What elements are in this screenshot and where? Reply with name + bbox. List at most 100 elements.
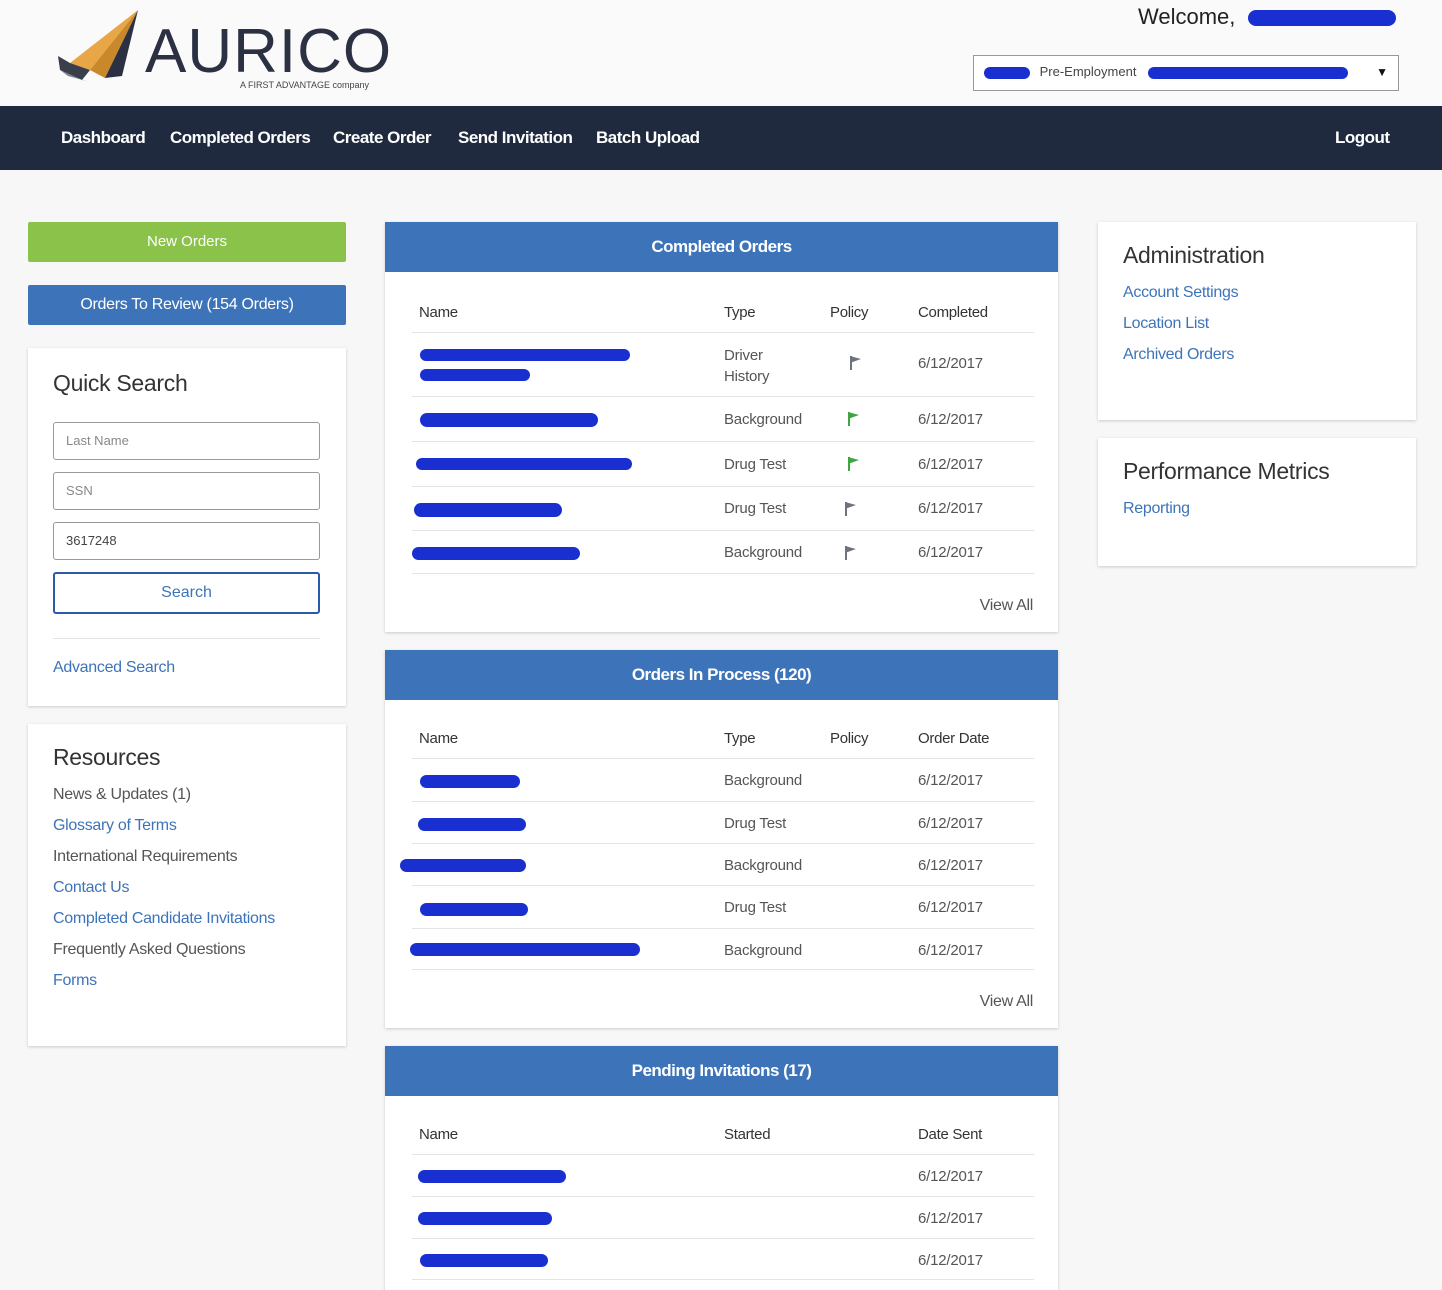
date-sent: 6/12/2017 bbox=[918, 1210, 983, 1227]
archived-orders-link[interactable]: Archived Orders bbox=[1123, 346, 1234, 364]
redaction-mark bbox=[1148, 66, 1349, 79]
paper-plane-logo-icon bbox=[58, 10, 138, 82]
policy-flag-gray-icon[interactable] bbox=[848, 355, 862, 371]
administration-panel: Administration Account Settings Location… bbox=[1098, 222, 1416, 420]
redacted-name bbox=[410, 943, 640, 956]
redacted-name bbox=[420, 903, 528, 916]
table-row[interactable]: Drug Test 6/12/2017 bbox=[412, 885, 1034, 928]
policy-flag-gray-icon[interactable] bbox=[843, 545, 857, 561]
location-list-link[interactable]: Location List bbox=[1123, 315, 1209, 333]
nav-send-invitation[interactable]: Send Invitation bbox=[458, 128, 573, 148]
order-type: Background bbox=[724, 772, 803, 789]
pending-invitations-card: Pending Invitations (17) Name Started Da… bbox=[385, 1046, 1058, 1290]
last-name-input[interactable]: Last Name bbox=[53, 422, 320, 460]
order-type: Background bbox=[724, 411, 803, 428]
completed-date: 6/12/2017 bbox=[918, 355, 983, 372]
policy-flag-gray-icon[interactable] bbox=[843, 501, 857, 517]
table-row[interactable]: Drug Test 6/12/2017 bbox=[412, 441, 1034, 486]
aurico-logo[interactable]: AURICO A FIRST ADVANTAGE company bbox=[50, 8, 393, 93]
date-sent: 6/12/2017 bbox=[918, 1252, 983, 1269]
view-all-in-process-link[interactable]: View All bbox=[980, 993, 1034, 1011]
table-row[interactable]: Drug Test 6/12/2017 bbox=[412, 801, 1034, 843]
header: AURICO A FIRST ADVANTAGE company Welcome… bbox=[0, 0, 1442, 106]
completed-orders-title: Completed Orders bbox=[385, 222, 1058, 272]
table-row[interactable]: 6/12/2017 bbox=[412, 1238, 1034, 1280]
resources-title: Resources bbox=[53, 744, 161, 770]
resource-international[interactable]: International Requirements bbox=[53, 848, 238, 866]
resource-glossary[interactable]: Glossary of Terms bbox=[53, 817, 177, 835]
policy-flag-green-icon[interactable] bbox=[846, 456, 860, 472]
account-settings-link[interactable]: Account Settings bbox=[1123, 284, 1239, 302]
completed-orders-card: Completed Orders Name Type Policy Comple… bbox=[385, 222, 1058, 632]
nav-logout[interactable]: Logout bbox=[1335, 128, 1390, 148]
table-row[interactable]: Background 6/12/2017 bbox=[410, 928, 1034, 970]
redacted-name bbox=[420, 413, 598, 427]
completed-date: 6/12/2017 bbox=[918, 411, 983, 428]
order-type: Background bbox=[724, 857, 803, 874]
col-started: Started bbox=[724, 1126, 771, 1143]
completed-date: 6/12/2017 bbox=[918, 500, 983, 517]
resource-contact-us[interactable]: Contact Us bbox=[53, 879, 129, 897]
redacted-name bbox=[420, 349, 630, 361]
table-row[interactable]: Background 6/12/2017 bbox=[412, 396, 1034, 441]
new-orders-button[interactable]: New Orders bbox=[28, 222, 346, 262]
redacted-name bbox=[420, 1254, 548, 1267]
nav-completed-orders[interactable]: Completed Orders bbox=[170, 128, 311, 148]
table-row[interactable]: 6/12/2017 bbox=[412, 1154, 1034, 1196]
reporting-link[interactable]: Reporting bbox=[1123, 500, 1190, 518]
completed-date: 6/12/2017 bbox=[918, 544, 983, 561]
col-date-sent: Date Sent bbox=[918, 1126, 983, 1143]
order-number-input[interactable]: 3617248 bbox=[53, 522, 320, 560]
table-row[interactable]: Drug Test 6/12/2017 bbox=[412, 486, 1034, 530]
resource-forms[interactable]: Forms bbox=[53, 972, 97, 990]
redacted-name bbox=[416, 458, 632, 470]
brand-tagline: A FIRST ADVANTAGE company bbox=[240, 80, 370, 90]
policy-flag-green-icon[interactable] bbox=[846, 411, 860, 427]
table-row[interactable]: 6/12/2017 bbox=[412, 1196, 1034, 1238]
col-policy: Policy bbox=[830, 304, 869, 321]
table-row[interactable]: Background 6/12/2017 bbox=[400, 843, 1034, 885]
col-type: Type bbox=[724, 304, 756, 321]
administration-title: Administration bbox=[1123, 242, 1265, 268]
order-type: Background bbox=[724, 942, 803, 959]
col-type: Type bbox=[724, 730, 756, 747]
order-date: 6/12/2017 bbox=[918, 815, 983, 832]
redacted-name bbox=[420, 369, 530, 381]
nav-dashboard[interactable]: Dashboard bbox=[61, 128, 146, 148]
resource-news-updates[interactable]: News & Updates (1) bbox=[53, 786, 191, 804]
resource-faq[interactable]: Frequently Asked Questions bbox=[53, 941, 246, 959]
ssn-input[interactable]: SSN bbox=[53, 472, 320, 510]
redacted-name bbox=[414, 503, 562, 517]
brand-name: AURICO bbox=[145, 17, 393, 86]
redaction-mark bbox=[984, 66, 1030, 79]
order-type: Drug Test bbox=[724, 500, 787, 517]
redacted-name bbox=[418, 1212, 552, 1225]
performance-metrics-panel: Performance Metrics Reporting bbox=[1098, 438, 1416, 566]
redacted-name bbox=[412, 547, 580, 560]
advanced-search-link[interactable]: Advanced Search bbox=[53, 659, 175, 677]
redacted-name bbox=[420, 775, 520, 788]
table-row[interactable]: Driver History 6/12/2017 bbox=[412, 332, 1034, 396]
nav-create-order[interactable]: Create Order bbox=[333, 128, 431, 148]
orders-to-review-button[interactable]: Orders To Review (154 Orders) bbox=[28, 285, 346, 325]
redacted-name bbox=[400, 859, 526, 872]
order-date: 6/12/2017 bbox=[918, 857, 983, 874]
col-name: Name bbox=[419, 730, 458, 747]
order-type: Drug Test bbox=[724, 456, 787, 473]
resource-completed-invitations[interactable]: Completed Candidate Invitations bbox=[53, 910, 275, 928]
divider bbox=[53, 638, 320, 639]
order-type: Drug Test bbox=[724, 815, 787, 832]
main-nav: Dashboard Completed Orders Create Order … bbox=[0, 106, 1442, 170]
nav-batch-upload[interactable]: Batch Upload bbox=[596, 128, 700, 148]
view-all-completed-link[interactable]: View All bbox=[980, 597, 1034, 615]
order-date: 6/12/2017 bbox=[918, 942, 983, 959]
table-row[interactable]: Background 6/12/2017 bbox=[412, 530, 1034, 574]
order-date: 6/12/2017 bbox=[918, 772, 983, 789]
date-sent: 6/12/2017 bbox=[918, 1168, 983, 1185]
table-row[interactable]: Background 6/12/2017 bbox=[412, 758, 1034, 801]
col-name: Name bbox=[419, 1126, 458, 1143]
account-select[interactable]: Pre-Employment ▼ bbox=[973, 55, 1399, 91]
welcome-message: Welcome, bbox=[1138, 4, 1396, 30]
search-button[interactable]: Search bbox=[53, 572, 320, 614]
resources-panel: Resources News & Updates (1) Glossary of… bbox=[28, 724, 346, 1046]
